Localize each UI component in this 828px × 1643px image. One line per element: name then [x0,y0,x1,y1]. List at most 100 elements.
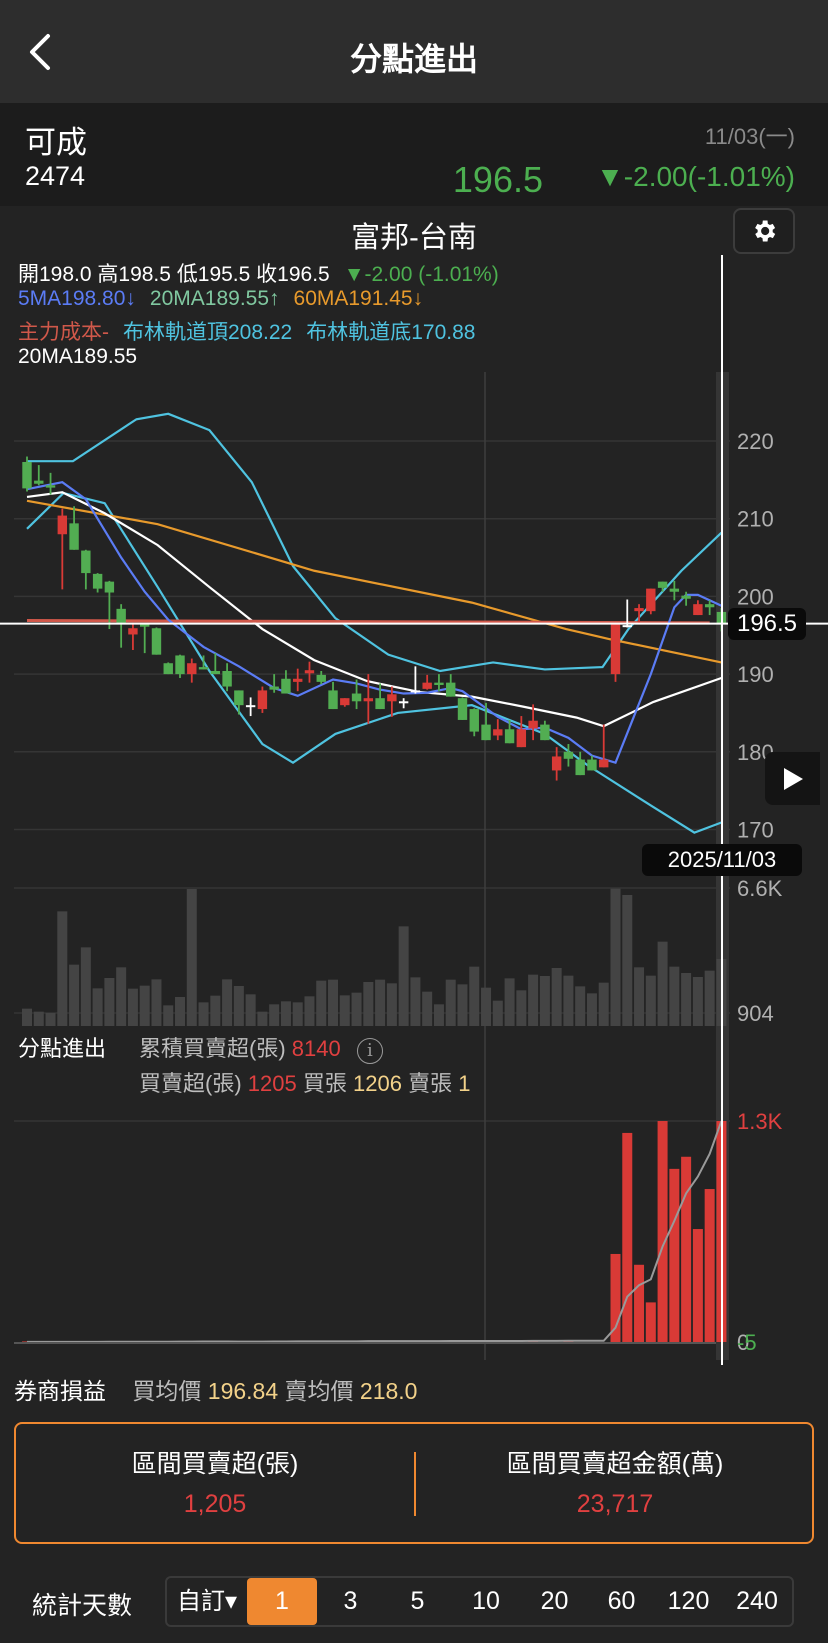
days-option-5[interactable]: 5 [384,1578,451,1625]
candle-body [504,729,515,744]
net-label: 買賣超(張) [139,1071,242,1096]
candle-body [257,690,268,710]
settings-button[interactable] [733,208,795,254]
candle-body [234,690,244,706]
candle-body [210,670,221,675]
days-option-60[interactable]: 60 [588,1578,655,1625]
price-axis-label: 190 [737,662,774,687]
days-option-1[interactable]: 1 [247,1578,317,1625]
buy-value: 1206 [353,1071,402,1096]
volume-bar [645,975,656,1026]
candle-body [599,759,609,768]
candle-body [434,682,444,685]
candle-body [222,670,232,687]
buy-label: 買張 [302,1071,347,1096]
net-bar [692,1229,703,1342]
sell-label: 賣張 [408,1071,453,1096]
candle-body [92,573,103,589]
net-bar [669,1168,680,1342]
sell-avg-value: 218.0 [359,1378,418,1404]
volume-bar [669,966,680,1026]
crosshair-price-tag: 196.5 [728,608,806,640]
volume-bar [433,1004,444,1026]
candle-body [493,729,503,736]
info-icon[interactable]: i [356,1038,383,1064]
volume-bar [233,986,244,1026]
ma60-legend: 60MA191.45↓ [293,287,424,310]
volume-bar [422,991,433,1026]
candle-body [34,480,44,484]
volume-bar [528,974,539,1026]
net-bar [634,1264,645,1342]
candle-body [375,698,385,710]
candle-body [328,690,338,710]
interval-net-value: 1,205 [183,1490,247,1518]
candle-body [245,705,256,708]
candle-body [610,624,621,675]
candle-body [57,515,68,535]
candle-body [22,461,32,489]
volume-bar [33,1011,44,1026]
days-option-3[interactable]: 3 [317,1578,384,1625]
price-axis-label: 170 [737,818,774,843]
days-option-240[interactable]: 240 [722,1578,792,1625]
volume-bar [163,1005,174,1026]
volume-bar [575,986,586,1026]
candle-body [116,608,126,623]
candle-body [351,693,362,702]
candle-body [340,698,350,706]
sell-avg-label: 賣均價 [284,1378,354,1404]
sell-value: 1 [458,1071,471,1096]
volume-bar [175,997,186,1026]
volume-bar [551,967,562,1026]
days-option-120[interactable]: 120 [655,1578,722,1625]
candle-body [669,588,680,592]
net-bar [622,1132,633,1342]
gear-icon [755,220,776,242]
ma-legend: 5MA198.80↓ 20MA189.55↑ 60MA191.45↓ [18,287,437,311]
candle-body [693,604,703,616]
buy-avg-value: 196.84 [207,1378,279,1404]
volume-bar [328,979,339,1026]
interval-net-shares: 區間買賣超(張) 1,205 [16,1444,414,1519]
volume-axis-label: 6.6K [737,876,783,901]
volume-bar [245,994,256,1026]
candle-body [198,667,209,670]
price-axis-label: 210 [737,507,774,532]
volume-bar [622,895,633,1026]
interval-net-amount: 區間買賣超金額(萬) 23,717 [416,1444,814,1519]
candle-body [128,628,138,635]
candle-body [446,682,456,697]
buy-avg-label: 買均價 [132,1378,202,1404]
candle-body [646,588,656,612]
candle-body [469,709,479,732]
play-button[interactable] [765,752,820,805]
volume-bar [104,977,115,1026]
candle-body [45,485,56,488]
days-option-20[interactable]: 20 [521,1578,588,1625]
candle-body [551,756,562,771]
main-cost-line [26,618,710,625]
cumulative-value: 8140 [291,1036,341,1061]
ma20-line [26,491,722,728]
volume-bar [151,979,162,1026]
candle-body [575,759,585,776]
volume-bar [492,1000,503,1026]
custom-days-dropdown[interactable]: 自訂▾ [167,1578,247,1625]
candle-body [422,682,432,689]
net-bar [704,1189,715,1342]
days-option-10[interactable]: 10 [451,1578,521,1625]
volume-bar [386,983,397,1026]
volume-bar [504,978,515,1026]
volume-bar [269,1004,280,1026]
volume-bar [634,967,645,1026]
volume-bar [222,979,233,1026]
volume-bar [681,972,692,1026]
volume-bar [586,993,597,1026]
interval-amount-label: 區間買賣超金額(萬) [506,1450,724,1478]
candle-body [634,608,644,612]
interval-amount-value: 23,717 [576,1490,654,1518]
candle-body [175,655,185,675]
volume-bar [186,888,197,1026]
price-axis-label: 220 [737,429,774,454]
